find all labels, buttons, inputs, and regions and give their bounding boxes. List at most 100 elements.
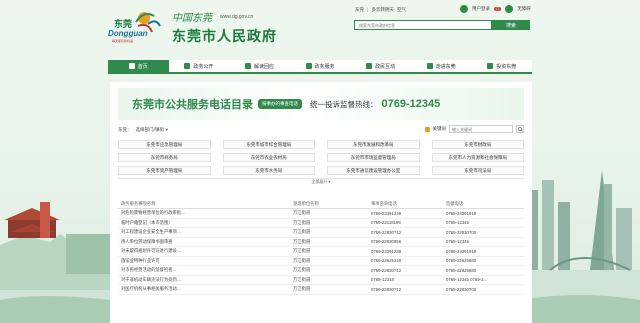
consult-phone: 0769-22830712	[371, 229, 402, 235]
top-weather-links: 东莞 | 多云转阴天 空气	[355, 5, 406, 15]
cityscape-right-illustration	[520, 170, 640, 323]
table-row[interactable]: 对市民经营活动的监督检查... 万江街道 0769-22830712 0769-…	[118, 266, 524, 276]
nav-interpretation[interactable]: 解读回应	[229, 60, 290, 72]
department-item[interactable]: 东莞市应急管理局	[118, 140, 211, 149]
table-row[interactable]: 旅馆业特种行业许可 万江街道 0769-22625220 0769-226258…	[118, 257, 524, 266]
service-name: 旅馆业特种行业许可	[121, 258, 160, 264]
unit-name: 万江街道	[293, 287, 311, 293]
user-login-link[interactable]: 用户登录	[472, 6, 490, 12]
department-item[interactable]: 东莞市财政局	[431, 140, 524, 149]
directory-banner: 东莞市公共服务电话目录 按事办的事查电话 统一投诉监督热线： 0769-1234…	[118, 88, 524, 120]
keyword-input[interactable]	[449, 125, 513, 133]
user-area: 用户登录 ▢ 无障碍	[460, 5, 531, 13]
document-icon	[184, 63, 191, 69]
filter-label: 东莞：	[118, 128, 132, 133]
nav-gov-open[interactable]: 政务公开	[169, 60, 230, 72]
department-select[interactable]: 选择部门/镇街 ▾	[136, 127, 168, 133]
service-name: 对危险废物经营单位的行政审批...	[121, 211, 186, 217]
table-row[interactable]: 对工程建设企业安全生产事项... 万江街道 0769-22830712 0769…	[118, 228, 524, 238]
city-icon	[426, 63, 433, 69]
site-name[interactable]: 东莞市人民政府	[172, 26, 277, 46]
service-icon	[305, 63, 312, 69]
nav-invest[interactable]: 投资东莞	[471, 60, 532, 72]
table-row[interactable]: 对医疗机构从事相关服务活动... 万江街道 0769-22830712 0769…	[118, 285, 524, 295]
table-row[interactable]: 对危险废物经营单位的行政审批... 万江街道 0769-23391239 076…	[118, 209, 524, 219]
nav-label: 走进东莞	[435, 63, 456, 70]
accessibility-link[interactable]: 无障碍	[517, 6, 531, 12]
supervise-phone: 0769-23391919	[446, 248, 477, 254]
service-name: 对市民经营活动的监督检查...	[121, 268, 177, 274]
expand-all-button[interactable]: 全部展开 ▾	[110, 179, 532, 185]
city-label: 东莞	[355, 8, 364, 13]
table-header: 政务服务事项名称 受理单位名称 事项咨询电话 监督电话	[118, 200, 524, 209]
keyword-label: 关键词	[432, 127, 447, 132]
nav-label: 解读回应	[253, 63, 274, 70]
department-item[interactable]: 东莞市水务局	[222, 166, 315, 175]
search-button[interactable]: 搜索	[492, 20, 530, 30]
nav-home[interactable]: 首页	[108, 60, 169, 72]
supervise-phone: 0769-22830700	[446, 229, 477, 235]
supervise-phone: 0769-12345 0769-2...	[446, 277, 488, 283]
unit-name: 万江街道	[293, 220, 311, 226]
notification-badge[interactable]: ▢	[494, 7, 502, 11]
site-cn-title: 中国东莞	[172, 13, 212, 24]
department-item[interactable]: 东莞市商务局	[118, 153, 211, 162]
accessibility-icon[interactable]	[505, 5, 514, 13]
unit-name: 万江街道	[293, 277, 311, 283]
hotline-label: 统一投诉监督热线：	[310, 99, 378, 109]
user-avatar-icon[interactable]	[460, 5, 468, 13]
table-row[interactable]: 临时户籍登记（本市范围） 万江街道 0769-22118199 0769-123…	[118, 219, 524, 228]
nav-interaction[interactable]: 政民互动	[350, 60, 411, 72]
keyword-search: 关键词	[424, 125, 524, 133]
service-name: 对于非机动车辆违法行为处罚...	[121, 277, 181, 283]
unit-name: 万江街道	[293, 258, 311, 264]
search-icon[interactable]	[516, 125, 524, 133]
column-header: 监督电话	[446, 201, 464, 206]
weather-label[interactable]: 多云转阴天	[372, 7, 395, 13]
consult-phone: 0769-12318	[371, 277, 394, 283]
table-row[interactable]: 对未取得规划许可证进行建设... 万江街道 0769-23391239 0769…	[118, 247, 524, 257]
department-item[interactable]: 东莞市通信建设管理办公室	[327, 166, 420, 175]
unit-name: 万江街道	[293, 249, 311, 255]
filter-icon	[424, 126, 430, 132]
department-item[interactable]: 东莞市资产管理局	[118, 166, 211, 175]
directory-title: 东莞市公共服务电话目录	[132, 98, 253, 111]
divider: |	[367, 7, 369, 13]
unit-name: 万江街道	[293, 211, 311, 217]
logo-en-text: Dongguan	[108, 29, 148, 38]
speech-icon	[244, 63, 251, 69]
consult-phone: 0769-23391239	[371, 248, 402, 254]
consult-phone: 0769-22630856	[371, 239, 402, 245]
table-row[interactable]: 对于非机动车辆违法行为处罚... 万江街道 0769-12318 0769-12…	[118, 276, 524, 285]
department-item[interactable]: 东莞市城市综合管理局	[222, 140, 315, 149]
consult-phone: 0769-22625220	[371, 258, 402, 264]
department-grid: 东莞市应急管理局 东莞市城市综合管理局 东莞市发展和改革局 东莞市财政局 东莞市…	[118, 140, 524, 175]
site-url: www.dg.gov.cn	[220, 14, 254, 20]
column-header: 受理单位名称	[293, 202, 319, 207]
nav-label: 政民互动	[375, 63, 396, 70]
service-name: 对医疗机构从事相关服务活动...	[121, 287, 181, 293]
search-input[interactable]	[354, 20, 492, 30]
nav-about[interactable]: 走进东莞	[411, 60, 472, 72]
directory-panel: 东莞市公共服务电话目录 按事办的事查电话 统一投诉监督热线： 0769-1234…	[110, 82, 532, 323]
service-name: 临时户籍登记（本市范围）	[121, 220, 173, 226]
service-name: 用人单位劳动保障书面审查	[121, 239, 173, 245]
directory-tag[interactable]: 按事办的事查电话	[258, 99, 302, 109]
supervise-phone: 0769-22825880	[446, 267, 477, 273]
nav-gov-service[interactable]: 政务服务	[290, 60, 351, 72]
unit-name: 万江街道	[293, 230, 311, 236]
site-header: 东莞 Dongguan 每天都有新机遇 中国东莞 www.dg.gov.cn 东…	[0, 0, 640, 58]
supervise-phone: 0769-23391919	[446, 210, 477, 216]
consult-phone: 0769-22118199	[371, 220, 401, 226]
main-nav: 首页 政务公开 解读回应 政务服务 政民互动 走进东莞 投资东莞	[108, 60, 532, 74]
department-item[interactable]: 东莞市农业农村局	[222, 153, 315, 162]
department-item[interactable]: 东莞市人力资源和社会保障局	[431, 153, 524, 162]
air-label[interactable]: 空气	[397, 7, 406, 13]
service-name: 对未取得规划许可证进行建设...	[121, 249, 181, 255]
department-item[interactable]: 东莞市发展和改革局	[327, 140, 420, 149]
department-item[interactable]: 东莞市司法局	[431, 166, 524, 175]
supervise-phone: 0769-12345	[446, 239, 469, 245]
table-row[interactable]: 用人单位劳动保障书面审查 万江街道 0769-22630856 0769-123…	[118, 238, 524, 247]
supervise-phone: 0769-22625880	[446, 258, 477, 264]
department-item[interactable]: 东莞市市场监督管理局	[327, 153, 420, 162]
